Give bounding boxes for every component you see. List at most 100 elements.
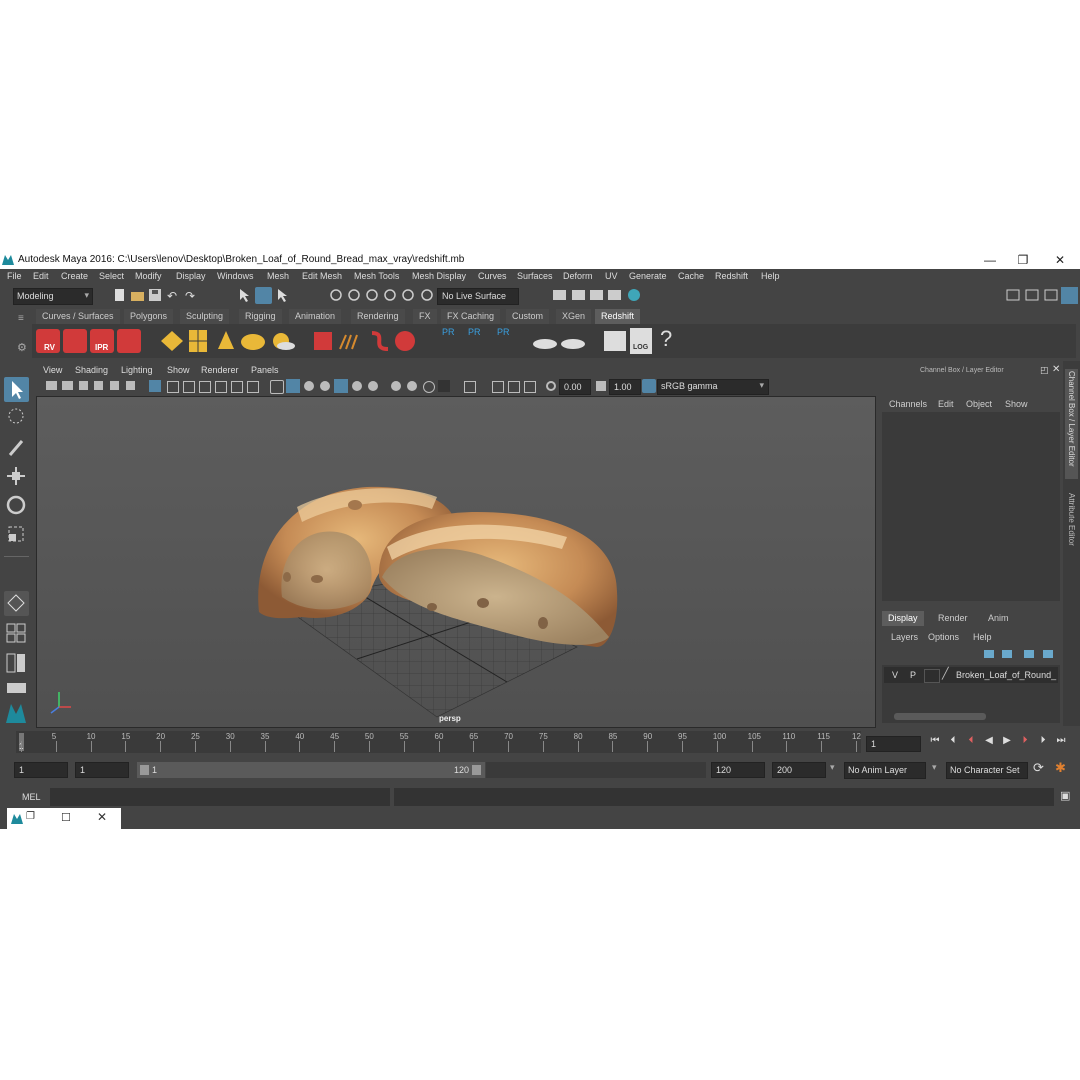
playback-end-field[interactable] <box>711 762 765 778</box>
select-tool-icon[interactable] <box>4 377 29 402</box>
layer-color-swatch[interactable] <box>924 669 940 683</box>
menu-redshift[interactable]: Redshift <box>715 271 748 281</box>
menu-edit[interactable]: Edit <box>33 271 49 281</box>
xray-components-icon[interactable] <box>508 381 520 393</box>
auto-key-icon[interactable]: ⟳ <box>1033 760 1044 776</box>
layer-menu-help[interactable]: Help <box>973 632 992 642</box>
new-layer-icon[interactable] <box>984 650 994 658</box>
rs-sun-sky-icon[interactable] <box>269 331 295 353</box>
go-to-start-icon[interactable]: ⏮ <box>928 734 942 748</box>
move-layer-up-icon[interactable] <box>1024 650 1034 658</box>
render-sequence-icon[interactable] <box>572 289 586 304</box>
rs-volume-icon[interactable] <box>368 329 392 355</box>
mode-dropdown[interactable]: Modeling ▾ <box>13 288 93 305</box>
save-scene-icon[interactable] <box>149 289 162 304</box>
anim-layer-dropdown[interactable]: No Anim Layer <box>844 762 926 779</box>
workspace-icon-1[interactable] <box>1006 288 1021 305</box>
new-scene-icon[interactable] <box>114 289 126 304</box>
render-frame-icon[interactable] <box>553 289 567 304</box>
go-to-end-icon[interactable]: ⏭ <box>1054 734 1068 748</box>
redo-icon[interactable]: ↷ <box>185 289 195 303</box>
lasso-tool-icon[interactable] <box>4 406 29 431</box>
tab-fx[interactable]: FX <box>413 309 437 324</box>
rs-physical-light-icon[interactable] <box>188 329 208 355</box>
snap-live-icon[interactable] <box>402 289 416 304</box>
shadows-icon[interactable] <box>352 381 362 391</box>
field-chart-icon[interactable] <box>215 381 227 393</box>
hypershade-icon[interactable] <box>627 288 641 304</box>
rs-render-view-icon[interactable]: RV <box>36 329 60 353</box>
current-frame-field[interactable] <box>866 736 921 752</box>
snap-view-plane-icon[interactable] <box>384 289 398 304</box>
tab-rigging[interactable]: Rigging <box>239 309 282 324</box>
layer-name[interactable]: Broken_Loaf_of_Round_ <box>956 670 1056 680</box>
channel-box-area[interactable] <box>882 412 1060 601</box>
start-time-field[interactable] <box>14 762 68 778</box>
color-management-icon[interactable] <box>642 379 656 393</box>
tab-fx-caching[interactable]: FX Caching <box>441 309 501 324</box>
scale-tool-icon[interactable] <box>4 522 29 547</box>
layer-menu-layers[interactable]: Layers <box>891 632 918 642</box>
multisample-aa-icon[interactable] <box>407 381 417 391</box>
taskbar-window-chip[interactable]: ❐ ☐ ✕ <box>7 808 121 829</box>
help-icon[interactable]: ? <box>660 326 672 352</box>
rs-spot-light-icon[interactable] <box>216 329 236 355</box>
xray-icon[interactable] <box>464 381 476 393</box>
time-slider[interactable]: 1 51015202530354045505560657075808590951… <box>16 731 861 753</box>
use-all-lights-icon[interactable] <box>334 379 348 393</box>
menu-create[interactable]: Create <box>61 271 88 281</box>
close-icon[interactable]: ✕ <box>97 810 107 824</box>
paint-select-tool-icon[interactable] <box>4 435 29 460</box>
move-tool-icon[interactable] <box>4 464 29 489</box>
tab-custom[interactable]: Custom <box>506 309 550 324</box>
isolate-select-icon[interactable] <box>438 380 450 392</box>
range-slider-end-handle[interactable] <box>472 765 481 775</box>
side-by-side-layout-icon[interactable] <box>4 651 29 676</box>
menu-deform[interactable]: Deform <box>563 271 593 281</box>
color-space-dropdown[interactable]: sRGB gamma ▾ <box>657 379 769 395</box>
shelf-settings-icon[interactable]: ⚙ <box>17 341 27 354</box>
rs-render-settings-icon[interactable] <box>117 329 141 353</box>
menu-uv[interactable]: UV <box>605 271 618 281</box>
side-tab-channel-box[interactable]: Channel Box / Layer Editor <box>1065 369 1078 479</box>
side-tab-attribute-editor[interactable]: Attribute Editor <box>1065 491 1078 571</box>
workspace-icon-3[interactable] <box>1044 288 1059 305</box>
outliner-layout-icon[interactable] <box>4 677 29 702</box>
step-back-key-icon[interactable]: ⏴ <box>964 734 978 748</box>
menu-file[interactable]: File <box>7 271 22 281</box>
vp-menu-shading[interactable]: Shading <box>75 365 108 375</box>
safe-title-icon[interactable] <box>247 381 259 393</box>
step-forward-icon[interactable]: ⏵ <box>1036 734 1050 748</box>
snap-curve-icon[interactable] <box>348 289 362 304</box>
open-scene-icon[interactable] <box>131 289 145 304</box>
xray-joints-icon[interactable] <box>492 381 504 393</box>
maximize-icon[interactable]: ☐ <box>61 811 71 824</box>
range-slider-start-handle[interactable] <box>140 765 149 775</box>
channel-menu-edit[interactable]: Edit <box>938 399 954 409</box>
tab-sculpting[interactable]: Sculpting <box>180 309 230 324</box>
shelf-menu-icon[interactable]: ≡ <box>18 313 24 324</box>
rs-area-light-icon[interactable] <box>160 330 184 354</box>
ipr-render-icon[interactable] <box>590 289 604 304</box>
menu-display[interactable]: Display <box>176 271 206 281</box>
tab-xgen[interactable]: XGen <box>556 309 592 324</box>
restore-button[interactable]: ❐ <box>1008 252 1038 268</box>
snap-grid-icon[interactable] <box>330 289 344 304</box>
bookmark-icon[interactable] <box>79 381 88 390</box>
end-time-field[interactable] <box>772 762 826 778</box>
gamma-field[interactable] <box>609 379 641 395</box>
maya-home-icon[interactable] <box>4 701 29 726</box>
rs-hair-icon[interactable] <box>338 331 364 353</box>
menu-select[interactable]: Select <box>99 271 124 281</box>
mel-label[interactable]: MEL <box>22 792 41 802</box>
menu-edit-mesh[interactable]: Edit Mesh <box>302 271 342 281</box>
step-back-icon[interactable]: ⏴ <box>946 734 960 748</box>
layer-tab-display[interactable]: Display <box>882 611 924 626</box>
rotate-tool-icon[interactable] <box>4 493 29 518</box>
live-surface-field[interactable]: No Live Surface <box>437 288 519 305</box>
make-live-icon[interactable] <box>421 289 435 304</box>
wireframe-on-shaded-icon[interactable] <box>304 381 314 391</box>
vp-menu-lighting[interactable]: Lighting <box>121 365 153 375</box>
restore-small-icon[interactable]: ❐ <box>26 811 35 822</box>
layer-menu-options[interactable]: Options <box>928 632 959 642</box>
